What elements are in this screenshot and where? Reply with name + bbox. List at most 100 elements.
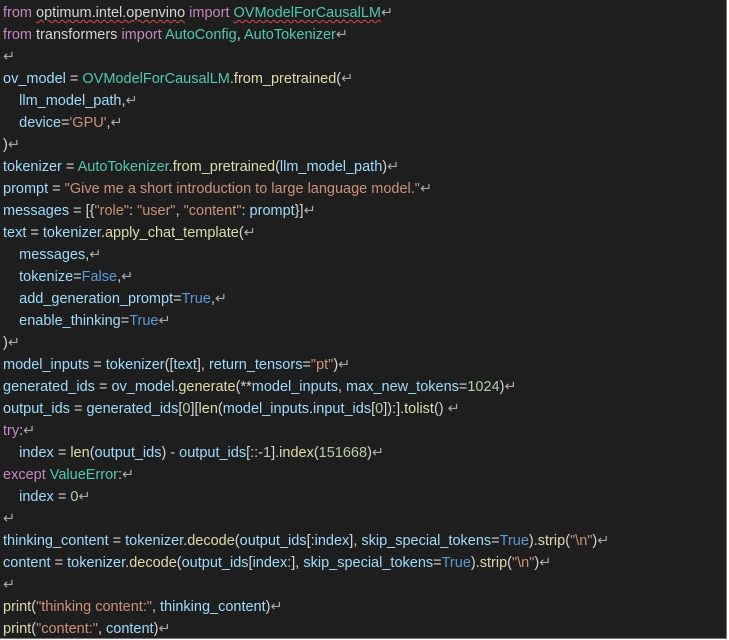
paragraph-mark-icon: ↵ (504, 379, 517, 395)
paragraph-mark-icon: ↵ (125, 93, 138, 109)
code-token: OVModelForCausalLM (233, 5, 381, 21)
code-token: [: (306, 533, 315, 549)
code-token: ov_model (3, 71, 66, 87)
code-line[interactable]: prompt = "Give me a short introduction t… (3, 178, 609, 200)
code-line[interactable]: print("thinking content:", thinking_cont… (3, 596, 609, 618)
paragraph-mark-icon: ↵ (214, 291, 228, 307)
code-line[interactable]: ↵ (3, 46, 609, 68)
code-token: (** (235, 379, 252, 395)
code-token: = [{ (69, 203, 95, 219)
code-line[interactable]: ↵ (3, 574, 609, 596)
code-line[interactable]: )↵ (3, 332, 609, 354)
code-line[interactable]: ov_model = OVModelForCausalLM.from_pretr… (3, 68, 609, 90)
code-line[interactable]: tokenize=False,↵ (3, 266, 609, 288)
code-token: index (279, 445, 314, 461)
code-token: = (120, 313, 130, 329)
code-token: import (185, 5, 234, 21)
code-token: 0 (375, 401, 384, 417)
code-line[interactable]: index = len(output_ids) - output_ids[::-… (3, 442, 609, 464)
code-line[interactable]: print("content:", content)↵ (3, 618, 609, 638)
code-token: optimum.intel.openvino (36, 5, 186, 21)
code-token: "role" (94, 203, 129, 219)
code-token: output_ids (179, 445, 247, 461)
code-editor-window[interactable]: from optimum.intel.openvino import OVMod… (0, 0, 727, 639)
code-token: tokenizer (42, 225, 101, 241)
code-token: print (3, 621, 32, 637)
code-token: ov_model (111, 379, 175, 395)
code-line[interactable]: tokenizer = AutoTokenizer.from_pretraine… (3, 156, 609, 178)
code-token: model_inputs (222, 401, 309, 417)
code-line[interactable]: thinking_content = tokenizer.decode(outp… (3, 530, 609, 552)
code-token: ], (196, 357, 209, 373)
code-line[interactable]: from transformers import AutoConfig, Aut… (3, 24, 609, 46)
paragraph-mark-icon: ↵ (7, 335, 20, 351)
code-token: content (3, 555, 51, 571)
code-token: 1024 (467, 379, 500, 395)
code-token: messages (3, 203, 70, 219)
code-line[interactable]: add_generation_prompt=True,↵ (3, 288, 609, 310)
code-line[interactable]: messages = [{"role": "user", "content": … (3, 200, 609, 222)
code-token: tokenizer (3, 159, 62, 175)
code-line[interactable]: device='GPU',↵ (3, 112, 609, 134)
code-line[interactable]: text = tokenizer.apply_chat_template(↵ (3, 222, 609, 244)
code-token: = (65, 71, 83, 87)
code-token: model_inputs (3, 357, 90, 373)
code-line[interactable]: output_ids = generated_ids[0][len(model_… (3, 398, 609, 420)
paragraph-mark-icon: ↵ (597, 533, 610, 549)
code-line[interactable]: messages,↵ (3, 244, 609, 266)
paragraph-mark-icon: ↵ (539, 555, 552, 571)
code-token: [::- (246, 445, 264, 461)
code-token: print (3, 599, 32, 615)
code-line[interactable]: from optimum.intel.openvino import OVMod… (3, 2, 609, 24)
paragraph-mark-icon: ↵ (121, 269, 134, 285)
code-token: "\n" (570, 533, 593, 549)
code-token: len (70, 445, 90, 461)
code-token: "user" (137, 203, 176, 219)
paragraph-mark-icon: ↵ (23, 423, 36, 439)
code-token: = (108, 533, 126, 549)
code-token: decode (187, 533, 235, 549)
code-token: ). (528, 533, 538, 549)
code-token: skip_special_tokens (303, 555, 434, 571)
code-line[interactable]: content = tokenizer.decode(output_ids[in… (3, 552, 609, 574)
code-line[interactable]: generated_ids = ov_model.generate(**mode… (3, 376, 609, 398)
code-token: = (61, 159, 78, 175)
code-line[interactable]: enable_thinking=True↵ (3, 310, 609, 332)
paragraph-mark-icon: ↵ (270, 599, 283, 615)
code-line[interactable]: )↵ (3, 134, 609, 156)
code-token: () (433, 401, 448, 417)
paragraph-mark-icon: ↵ (335, 27, 349, 43)
paragraph-mark-icon: ↵ (158, 313, 171, 329)
code-token: ) - (161, 445, 180, 461)
paragraph-mark-icon: ↵ (89, 247, 102, 263)
code-token: "content" (183, 203, 242, 219)
code-block[interactable]: from optimum.intel.openvino import OVMod… (3, 2, 609, 638)
code-token: ]. (271, 445, 280, 461)
code-token: OVModelForCausalLM (82, 71, 230, 87)
code-line[interactable]: try:↵ (3, 420, 609, 442)
code-token: , (337, 379, 347, 395)
code-token: 151668 (318, 445, 368, 461)
code-token: tokenizer (67, 555, 126, 571)
code-line[interactable]: index = 0↵ (3, 486, 609, 508)
code-token: :], (287, 555, 304, 571)
code-token: prompt (3, 181, 49, 197)
code-line[interactable]: model_inputs = tokenizer([text], return_… (3, 354, 609, 376)
code-line[interactable]: llm_model_path,↵ (3, 90, 609, 112)
code-token: = (89, 357, 106, 373)
code-token: output_ids (94, 445, 162, 461)
code-token: skip_special_tokens (361, 533, 492, 549)
code-token: generated_ids (3, 379, 95, 395)
code-token: transformers (36, 27, 118, 43)
code-token: add_generation_prompt (19, 291, 174, 307)
code-token: ValueError (49, 467, 118, 483)
code-token: output_ids (3, 401, 70, 417)
code-token: True (129, 313, 159, 329)
code-line[interactable]: except ValueError:↵ (3, 464, 609, 486)
code-token: = (61, 115, 70, 131)
code-line[interactable]: ↵ (3, 508, 609, 530)
